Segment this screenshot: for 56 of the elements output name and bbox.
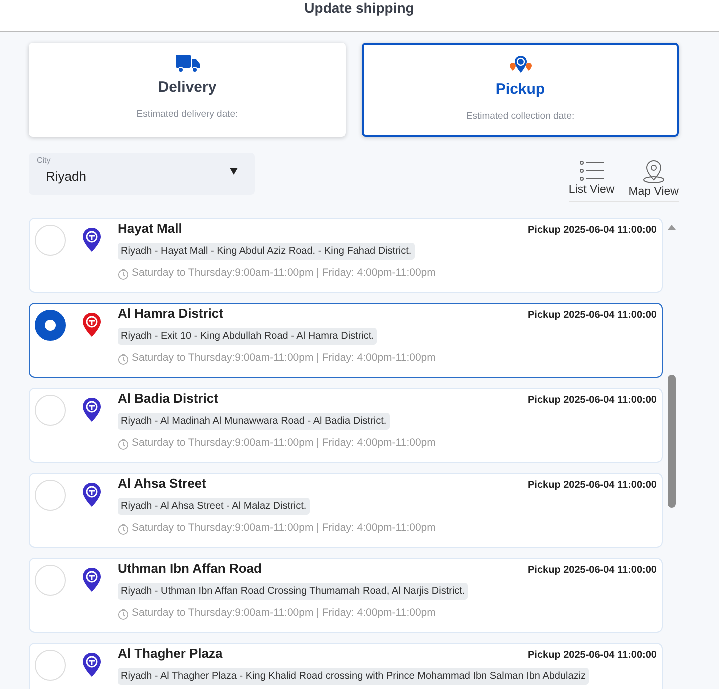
page-title: Update shipping — [304, 0, 414, 18]
location-name: Al Badia District — [118, 391, 218, 408]
pickup-date: Pickup 2025-06-04 11:00:00 — [528, 309, 657, 324]
pickup-date: Pickup 2025-06-04 11:00:00 — [528, 564, 657, 578]
city-select[interactable]: City Riyadh — [29, 153, 255, 195]
option-note: Estimated collection date: — [466, 110, 575, 124]
location-card[interactable]: Al Badia District Pickup 2025-06-04 11:00:00 Riyadh - Al Madinah Al Munawwara Road - Al Badia District. Saturday to Thursday:9:00am-11:00pm | Friday: 4:00pm-11:00pm — [29, 388, 663, 464]
location-name: Al Thagher Plaza — [118, 646, 223, 662]
pickup-date: Pickup 2025-06-04 11:00:00 — [528, 224, 657, 238]
map-pin-icon — [83, 398, 101, 422]
location-name: Hayat Mall — [118, 221, 182, 238]
option-title: Delivery — [158, 78, 217, 98]
address-text: Riyadh - Hayat Mall - King Abdul Aziz Road. - King Fahad District. — [118, 243, 415, 260]
clock-icon — [118, 354, 129, 365]
shipping-option-card[interactable]: Delivery Estimated delivery date: — [29, 43, 346, 137]
address-text: Riyadh - Al Madinah Al Munawwara Road - Al Badia District. — [118, 413, 390, 430]
map-view-button[interactable]: Map View — [628, 160, 679, 202]
map-pins-icon — [508, 55, 532, 75]
address-text: Riyadh - Exit 10 - King Abdullah Road - Al Hamra District. — [118, 328, 378, 346]
address-text: Riyadh - Uthman Ibn Affan Road Crossing Thumamah Road, Al Narjis District. — [118, 583, 468, 600]
opening-hours: Saturday to Thursday:9:00am-11:00pm | Friday: 4:00pm-11:00pm — [132, 436, 436, 452]
address-text: Riyadh - Al Thagher Plaza - King Khalid Road crossing with Prince Mohammad Ibn Salman Ibn Abdulaziz — [118, 668, 590, 686]
clock-icon — [118, 438, 129, 450]
pickup-date: Pickup 2025-06-04 11:00:00 — [528, 649, 657, 664]
clock-icon — [118, 524, 129, 535]
clock-icon — [118, 608, 129, 620]
opening-hours: Saturday to Thursday:9:00am-11:00pm | Friday: 4:00pm-11:00pm — [132, 351, 436, 366]
location-card[interactable]: Hayat Mall Pickup 2025-06-04 11:00:00 Riyadh - Hayat Mall - King Abdul Aziz Road. - King Fahad District. Saturday to Thursday:9:00am-11:00pm | Friday: 4:00pm-11:00pm — [29, 218, 663, 294]
opening-hours: Saturday to Thursday:9:00am-11:00pm | Friday: 4:00pm-11:00pm — [132, 521, 436, 536]
radio-button[interactable] — [35, 310, 66, 342]
list-icon — [580, 160, 604, 182]
address-text: Riyadh - Al Ahsa Street - Al Malaz District. — [118, 498, 310, 516]
pickup-date: Pickup 2025-06-04 11:00:00 — [528, 394, 657, 408]
opening-hours: Saturday to Thursday:9:00am-11:00pm | Friday: 4:00pm-11:00pm — [132, 266, 436, 282]
map-pin-icon — [83, 313, 101, 338]
map-pin-icon — [83, 568, 101, 592]
location-card[interactable]: Al Hamra District Pickup 2025-06-04 11:00:00 Riyadh - Exit 10 - King Abdullah Road - Al Hamra District. Saturday to Thursday:9:00am-11:00pm | Friday: 4:00pm-11:00pm — [29, 303, 663, 378]
map-pin-icon — [642, 160, 666, 184]
location-card[interactable]: Uthman Ibn Affan Road Pickup 2025-06-04 11:00:00 Riyadh - Uthman Ibn Affan Road Crossing Thumamah Road, Al Narjis District. Saturday to Thursday:9:00am-11:00pm | Friday: 4:00pm-11:00pm — [29, 558, 663, 634]
option-note: Estimated delivery date: — [136, 108, 238, 122]
map-pin-icon — [83, 483, 101, 508]
caret-icon — [230, 168, 238, 175]
list-view-button[interactable]: List View — [568, 160, 615, 202]
pickup-date: Pickup 2025-06-04 11:00:00 — [528, 479, 657, 494]
location-name: Al Ahsa Street — [118, 476, 206, 492]
shipping-option-card[interactable]: Pickup Estimated collection date: — [362, 43, 679, 137]
truck-icon — [176, 55, 200, 73]
option-title: Pickup — [496, 80, 546, 100]
opening-hours: Saturday to Thursday:9:00am-11:00pm | Friday: 4:00pm-11:00pm — [132, 606, 436, 622]
location-name: Al Hamra District — [118, 306, 224, 322]
clock-icon — [118, 268, 129, 280]
map-pin-icon — [83, 228, 101, 252]
location-card[interactable]: Al Ahsa Street Pickup 2025-06-04 11:00:00 Riyadh - Al Ahsa Street - Al Malaz District. Saturday to Thursday:9:00am-11:00pm | Friday: 4:00pm-11:00pm — [29, 473, 663, 548]
location-name: Uthman Ibn Affan Road — [118, 561, 262, 578]
map-pin-icon — [83, 653, 101, 678]
location-card[interactable]: Al Thagher Plaza Pickup 2025-06-04 11:00:00 Riyadh - Al Thagher Plaza - King Khalid Road crossing with Prince Mohammad Ibn Salman Ibn Abdulaziz — [29, 643, 663, 689]
